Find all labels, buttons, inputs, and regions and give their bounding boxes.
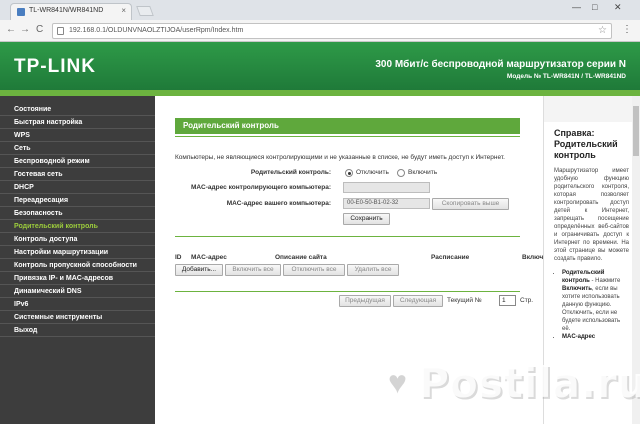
help-item-text2: , если вы хотите использовать данную фун… bbox=[562, 286, 621, 332]
back-icon[interactable]: ← bbox=[6, 24, 16, 35]
sidebar-item-access-control[interactable]: Контроль доступа bbox=[0, 234, 155, 246]
page-suffix: Стр. bbox=[520, 297, 534, 304]
help-item-mac: MAC-адрес bbox=[562, 333, 629, 341]
watermark: Postila.ru bbox=[418, 358, 640, 407]
enable-radio[interactable] bbox=[397, 169, 405, 177]
minimize-icon[interactable]: — bbox=[572, 2, 581, 12]
sidebar-item-quick-setup[interactable]: Быстрая настройка bbox=[0, 117, 155, 129]
sidebar-item-ddns[interactable]: Динамический DNS bbox=[0, 286, 155, 298]
parental-control-label: Родительский контроль: bbox=[250, 169, 331, 176]
help-item-enable: Включить bbox=[562, 286, 592, 292]
help-item-parental: Родительский контроль - Нажмите Включить… bbox=[562, 269, 629, 333]
help-list: Родительский контроль - Нажмите Включить… bbox=[554, 269, 629, 341]
sidebar-menu: Состояние Быстрая настройка WPS Сеть Бес… bbox=[0, 96, 155, 424]
sidebar-item-system-tools[interactable]: Системные инструменты bbox=[0, 312, 155, 324]
sidebar-item-status[interactable]: Состояние bbox=[0, 104, 155, 116]
page-select[interactable]: 1 bbox=[499, 295, 516, 306]
previous-button[interactable]: Предыдущая bbox=[339, 295, 391, 307]
description-text: Компьютеры, не являющиеся контролирующим… bbox=[175, 154, 505, 161]
url-text: 192.168.0.1/OLDUNVNAOLZTIJOA/userRpm/Ind… bbox=[69, 27, 244, 34]
close-tab-icon[interactable]: × bbox=[121, 6, 126, 15]
page-title: Родительский контроль bbox=[175, 118, 520, 134]
enable-radio-label: Включить bbox=[408, 169, 438, 176]
help-item-text: - Нажмите bbox=[589, 278, 621, 284]
copy-above-button[interactable]: Скопировать выше bbox=[432, 198, 509, 210]
browser-tab-bar: TL-WR841N/WR841ND × — □ ✕ bbox=[0, 0, 640, 20]
browser-menu-icon[interactable]: ⋮ bbox=[622, 24, 632, 35]
sidebar-item-routing[interactable]: Настройки маршрутизации bbox=[0, 247, 155, 259]
favicon-icon bbox=[17, 8, 25, 16]
sidebar-item-guest-network[interactable]: Гостевая сеть bbox=[0, 169, 155, 181]
disable-all-button[interactable]: Отключить все bbox=[283, 264, 345, 276]
window-close-icon[interactable]: ✕ bbox=[614, 2, 622, 13]
url-input[interactable]: 192.168.0.1/OLDUNVNAOLZTIJOA/userRpm/Ind… bbox=[52, 23, 612, 39]
add-button[interactable]: Добавить... bbox=[175, 264, 223, 276]
col-mac: MAC-адрес bbox=[191, 254, 227, 261]
scroll-thumb[interactable] bbox=[633, 106, 639, 156]
enable-all-button[interactable]: Включить все bbox=[225, 264, 281, 276]
tp-link-logo: TP-LINK bbox=[14, 56, 96, 77]
help-title: Справка: Родительский контроль bbox=[554, 128, 618, 160]
sidebar-item-security[interactable]: Безопасность bbox=[0, 208, 155, 220]
current-page-label: Текущий № bbox=[447, 297, 482, 304]
sidebar-item-parental-control[interactable]: Родительский контроль bbox=[0, 221, 155, 233]
next-button[interactable]: Следующая bbox=[393, 295, 443, 307]
reload-icon[interactable]: C bbox=[36, 24, 43, 35]
your-mac-input[interactable]: 00-E0-50-B1-02-32 bbox=[343, 198, 430, 209]
address-bar: ← → C 192.168.0.1/OLDUNVNAOLZTIJOA/userR… bbox=[0, 20, 640, 42]
sidebar-item-wps[interactable]: WPS bbox=[0, 130, 155, 142]
col-schedule: Расписание bbox=[431, 254, 470, 261]
page-icon bbox=[57, 27, 64, 35]
disable-radio-label: Отключить bbox=[356, 169, 389, 176]
your-mac-label: MAC-адрес вашего компьютера: bbox=[226, 200, 331, 207]
col-id: ID bbox=[175, 254, 182, 261]
disable-radio[interactable] bbox=[345, 169, 353, 177]
help-item-mac-title: MAC-адрес bbox=[562, 334, 596, 340]
table-divider bbox=[175, 291, 520, 292]
tab-title: TL-WR841N/WR841ND bbox=[29, 7, 104, 14]
section-divider bbox=[175, 236, 520, 237]
controlling-mac-label: MAC-адрес контролирующего компьютера: bbox=[190, 184, 331, 191]
forward-icon[interactable]: → bbox=[20, 24, 30, 35]
sidebar-item-network[interactable]: Сеть bbox=[0, 143, 155, 155]
sidebar-item-wireless[interactable]: Беспроводной режим bbox=[0, 156, 155, 168]
sidebar-item-bandwidth[interactable]: Контроль пропускной способности bbox=[0, 260, 155, 272]
sidebar-item-dhcp[interactable]: DHCP bbox=[0, 182, 155, 194]
bookmark-star-icon[interactable]: ☆ bbox=[598, 25, 607, 36]
new-tab-button[interactable] bbox=[136, 6, 154, 16]
delete-all-button[interactable]: Удалить все bbox=[347, 264, 399, 276]
sidebar-item-forwarding[interactable]: Переадресация bbox=[0, 195, 155, 207]
col-site-description: Описание сайта bbox=[275, 254, 327, 261]
browser-tab[interactable]: TL-WR841N/WR841ND × bbox=[10, 3, 132, 20]
help-text: Маршрутизатор имеет удобную функцию роди… bbox=[554, 168, 629, 262]
sidebar-item-ip-mac-binding[interactable]: Привязка IP- и MAC-адресов bbox=[0, 273, 155, 285]
banner-title: 300 Мбит/с беспроводной маршрутизатор се… bbox=[375, 59, 626, 70]
maximize-icon[interactable]: □ bbox=[592, 2, 597, 12]
controlling-mac-input[interactable] bbox=[343, 182, 430, 193]
col-enabled: Включ bbox=[522, 254, 544, 261]
watermark-heart-icon: ♥ bbox=[388, 364, 407, 400]
sidebar-item-ipv6[interactable]: IPv6 bbox=[0, 299, 155, 311]
save-button[interactable]: Сохранить bbox=[343, 213, 390, 225]
banner-model: Модель № TL-WR841N / TL-WR841ND bbox=[506, 73, 626, 80]
router-banner: TP-LINK 300 Мбит/с беспроводной маршрути… bbox=[0, 42, 640, 90]
title-divider bbox=[175, 136, 520, 137]
sidebar-item-logout[interactable]: Выход bbox=[0, 325, 155, 337]
